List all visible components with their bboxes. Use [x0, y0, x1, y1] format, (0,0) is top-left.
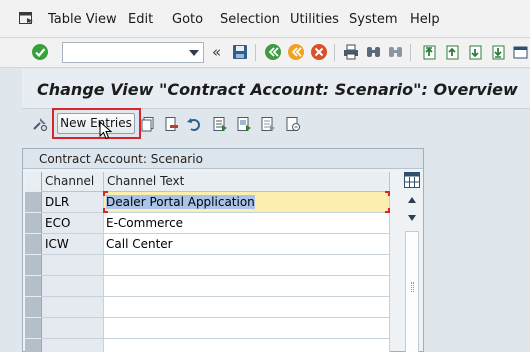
create-session-icon[interactable]: [512, 43, 530, 61]
menu-utilities[interactable]: Utilities: [290, 12, 339, 27]
empty-cell[interactable]: [42, 297, 104, 318]
table-caption: Contract Account: Scenario: [23, 149, 423, 169]
empty-cell[interactable]: [104, 276, 390, 297]
back-icon[interactable]: [264, 43, 282, 61]
menu-bar: Table View Edit Goto Selection Utilities…: [0, 0, 530, 38]
cell-channel-text: Dealer Portal Application: [106, 195, 255, 209]
cell-channel[interactable]: DLR: [42, 192, 104, 213]
cell-channel[interactable]: ECO: [42, 213, 104, 234]
undo-icon[interactable]: [186, 116, 202, 132]
print-field-list-icon[interactable]: [285, 116, 301, 132]
row-selector[interactable]: [25, 213, 42, 234]
menu-help[interactable]: Help: [410, 12, 440, 27]
row-selector[interactable]: [25, 255, 42, 276]
empty-cell[interactable]: [42, 318, 104, 339]
toolbar-separator: [334, 44, 335, 61]
vertical-scrollbar[interactable]: [405, 193, 419, 352]
select-all-cell[interactable]: [25, 172, 42, 192]
focus-corner: [103, 191, 108, 196]
cell-channel-text-focused[interactable]: Dealer Portal Application: [103, 191, 390, 213]
cell-channel[interactable]: ICW: [42, 234, 104, 255]
empty-cell[interactable]: [104, 339, 390, 352]
deselect-all-icon[interactable]: [260, 116, 276, 132]
display-change-icon[interactable]: [32, 116, 48, 132]
row-selector[interactable]: [25, 192, 42, 213]
menu-edit[interactable]: Edit: [128, 12, 153, 27]
last-page-icon[interactable]: [489, 43, 507, 61]
row-selector[interactable]: [25, 234, 42, 255]
toolbar-separator: [255, 44, 256, 61]
focus-corner: [385, 191, 390, 196]
standard-toolbar: «: [0, 38, 530, 68]
command-field[interactable]: [62, 42, 204, 63]
menu-goto[interactable]: Goto: [172, 12, 203, 27]
row-selector[interactable]: [25, 297, 42, 318]
select-all-icon[interactable]: [212, 116, 228, 132]
exit-icon[interactable]: [287, 43, 305, 61]
title-bar: Change View "Contract Account: Scenario"…: [22, 69, 530, 109]
find-icon[interactable]: [365, 43, 383, 61]
chevron-down-icon[interactable]: [189, 50, 199, 56]
highlight-box: [52, 108, 141, 139]
scroll-down-icon[interactable]: [408, 215, 416, 221]
empty-cell[interactable]: [42, 339, 104, 352]
toolbar-separator: [410, 44, 411, 61]
grip-icon: [411, 282, 414, 292]
scroll-up-icon[interactable]: [408, 197, 416, 203]
empty-cell[interactable]: [104, 297, 390, 318]
save-icon[interactable]: [231, 43, 249, 61]
print-icon[interactable]: [342, 43, 360, 61]
menu-icon[interactable]: [19, 12, 34, 24]
column-header-channel-text[interactable]: Channel Text: [104, 172, 390, 192]
table-control: Contract Account: Scenario Channel Chann…: [22, 148, 424, 352]
empty-cell[interactable]: [42, 276, 104, 297]
previous-page-icon[interactable]: [443, 43, 461, 61]
select-block-icon[interactable]: [236, 116, 252, 132]
delete-icon[interactable]: [163, 116, 179, 132]
row-selector[interactable]: [25, 339, 42, 352]
row-selector[interactable]: [25, 318, 42, 339]
menu-selection[interactable]: Selection: [220, 12, 280, 27]
collapse-icon[interactable]: «: [212, 43, 221, 61]
copy-icon[interactable]: [140, 116, 156, 132]
table-title: Contract Account: Scenario: [39, 152, 203, 166]
page-title: Change View "Contract Account: Scenario"…: [37, 80, 518, 99]
scroll-thumb[interactable]: [405, 231, 419, 352]
empty-cell[interactable]: [42, 255, 104, 276]
menu-system[interactable]: System: [349, 12, 397, 27]
empty-cell[interactable]: [104, 255, 390, 276]
next-page-icon[interactable]: [466, 43, 484, 61]
first-page-icon[interactable]: [420, 43, 438, 61]
find-next-icon[interactable]: [387, 43, 405, 61]
row-selector[interactable]: [25, 276, 42, 297]
table-settings-icon[interactable]: [404, 172, 420, 188]
menu-table-view[interactable]: Table View: [48, 12, 117, 27]
mouse-cursor-icon: [99, 121, 113, 140]
cancel-icon[interactable]: [310, 43, 328, 61]
cell-channel-text[interactable]: Call Center: [104, 234, 390, 255]
column-header-channel[interactable]: Channel: [42, 172, 104, 192]
empty-cell[interactable]: [104, 318, 390, 339]
cell-channel-text[interactable]: E-Commerce: [104, 213, 390, 234]
enter-icon[interactable]: [31, 43, 49, 61]
